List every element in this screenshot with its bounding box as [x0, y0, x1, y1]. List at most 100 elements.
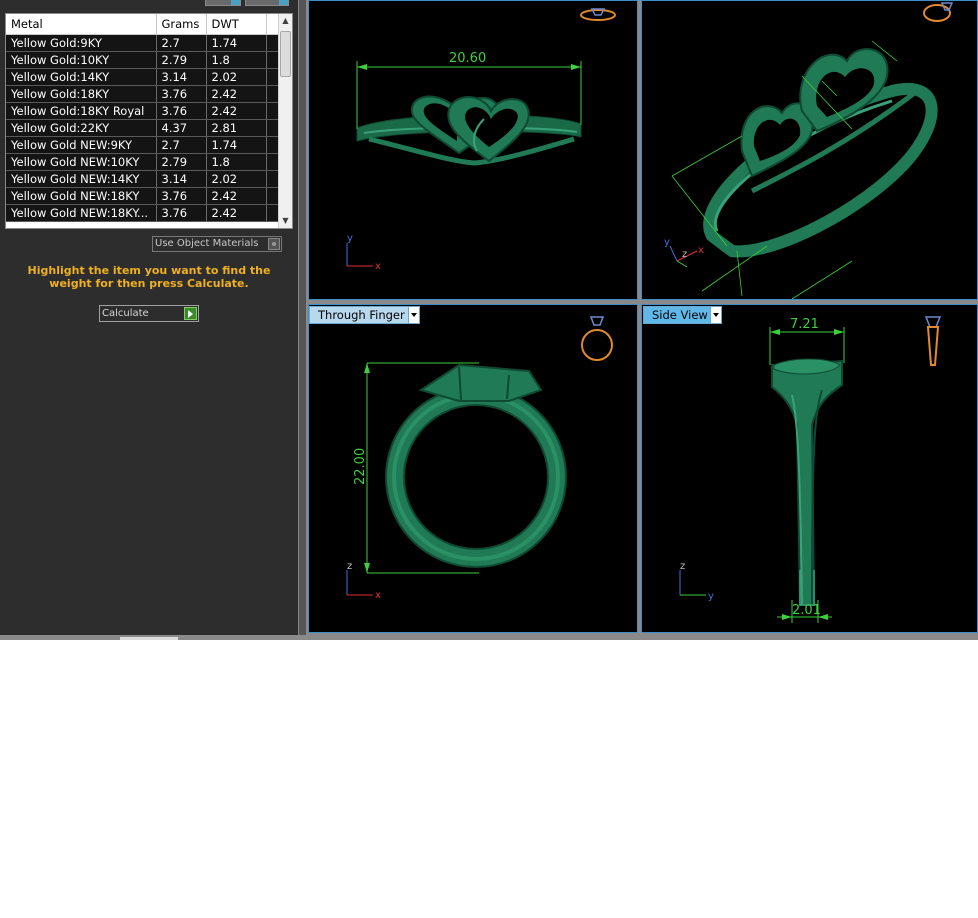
- bottom-tab[interactable]: [120, 637, 178, 640]
- grams-cell[interactable]: 2.79: [156, 51, 207, 69]
- table-row[interactable]: Yellow Gold NEW:18KY 3.76 2.42: [6, 187, 280, 205]
- ring-side-model: [771, 358, 843, 606]
- view-selector-side-view[interactable]: Side View: [643, 306, 722, 324]
- grams-cell[interactable]: 2.7: [156, 136, 207, 154]
- grams-cell[interactable]: 3.76: [156, 102, 207, 120]
- viewport-front[interactable]: 20.60 y x: [308, 0, 638, 300]
- side-top-dimension-label: 7.21: [790, 317, 819, 332]
- ring-thumbnail-icon: [923, 2, 954, 22]
- user-dropdown[interactable]: [245, 0, 289, 6]
- ring-thumbnail-icon: [580, 8, 616, 21]
- column-header-metal[interactable]: Metal: [6, 14, 157, 35]
- table-row[interactable]: Yellow Gold NEW:14KY 3.14 2.02: [6, 170, 280, 188]
- metal-cell[interactable]: Yellow Gold:22KY: [6, 119, 157, 137]
- dropdown-arrow-icon: [231, 0, 240, 5]
- metal-cell[interactable]: Yellow Gold NEW:18KY: [6, 187, 157, 205]
- column-header-grams[interactable]: Grams: [156, 14, 207, 35]
- metal-weight-table[interactable]: Metal Grams DWT Yellow Gold:9KY 2.7 1.74 Ye…: [5, 13, 293, 229]
- ring-thumbnail-icon: [924, 316, 942, 366]
- table-row[interactable]: Yellow Gold:9KY 2.7 1.74: [6, 34, 280, 52]
- dwt-cell[interactable]: 2.81: [206, 119, 267, 137]
- front-dimension-label: 20.60: [449, 51, 486, 66]
- axis-label-vertical: y: [664, 237, 670, 248]
- chevron-down-icon[interactable]: [710, 307, 721, 323]
- metal-cell[interactable]: Yellow Gold:18KY Royal: [6, 102, 157, 120]
- table-header-row: Metal Grams DWT: [6, 14, 280, 35]
- calculate-label: Calculate: [102, 308, 149, 319]
- viewport-through-finger[interactable]: 22.00 z x Through Finger: [308, 304, 638, 633]
- axis-label-horizontal: x: [375, 590, 381, 601]
- dwt-cell[interactable]: 1.8: [206, 153, 267, 171]
- grams-cell[interactable]: 3.76: [156, 204, 207, 222]
- ring-perspective-model: [703, 48, 938, 258]
- scroll-up-arrow-icon[interactable]: ▲: [279, 14, 292, 28]
- axis-label-vertical: y: [347, 233, 353, 244]
- chevron-down-icon[interactable]: [408, 307, 419, 323]
- metal-cell[interactable]: Yellow Gold NEW:14KY: [6, 170, 157, 188]
- ring-front-model: [356, 95, 582, 166]
- scrollbar-thumb[interactable]: [280, 31, 291, 77]
- table-scrollbar[interactable]: ▲ ▼: [278, 14, 292, 228]
- metal-cell[interactable]: Yellow Gold NEW:9KY: [6, 136, 157, 154]
- ring-top-model: [385, 363, 567, 568]
- metal-cell[interactable]: Yellow Gold:10KY: [6, 51, 157, 69]
- metal-cell[interactable]: Yellow Gold NEW:18KY...: [6, 204, 157, 222]
- grams-cell[interactable]: 3.76: [156, 187, 207, 205]
- jewelry-cad-window: Metal Grams DWT Yellow Gold:9KY 2.7 1.74 Ye…: [0, 0, 978, 640]
- table-row[interactable]: Yellow Gold:14KY 3.14 2.02: [6, 68, 280, 86]
- table-row[interactable]: Yellow Gold:18KY Royal 3.76 2.42: [6, 102, 280, 120]
- table-row[interactable]: Yellow Gold:10KY 2.79 1.8: [6, 51, 280, 69]
- table-row[interactable]: Yellow Gold NEW:10KY 2.79 1.8: [6, 153, 280, 171]
- axis-label-horizontal: x: [375, 261, 381, 272]
- side-bottom-dimension-label: 2.01: [792, 603, 821, 618]
- panel-splitter[interactable]: [298, 0, 306, 640]
- column-header-dwt[interactable]: DWT: [206, 14, 267, 35]
- axis-gizmo: y x: [346, 233, 381, 272]
- grams-cell[interactable]: 4.37: [156, 119, 207, 137]
- dwt-cell[interactable]: 1.74: [206, 34, 267, 52]
- unit-dropdown[interactable]: [205, 0, 241, 6]
- grams-cell[interactable]: 2.79: [156, 153, 207, 171]
- scroll-down-arrow-icon[interactable]: ▼: [279, 214, 292, 228]
- use-object-materials-toggle[interactable]: Use Object Materials: [152, 236, 282, 252]
- viewport-side-view[interactable]: 7.21 2.01 z y Side View: [641, 304, 978, 633]
- through-finger-dimension-label: 22.00: [353, 448, 368, 485]
- axis-label-horizontal: x: [698, 245, 704, 256]
- grams-cell[interactable]: 3.14: [156, 170, 207, 188]
- dwt-cell[interactable]: 2.02: [206, 68, 267, 86]
- metal-cell[interactable]: Yellow Gold NEW:10KY: [6, 153, 157, 171]
- play-arrow-icon: [184, 307, 197, 320]
- view-selector-label: Side View: [652, 308, 708, 322]
- grams-cell[interactable]: 2.7: [156, 34, 207, 52]
- axis-label-horizontal: y: [708, 591, 714, 602]
- view-selector-through-finger[interactable]: Through Finger: [309, 306, 420, 324]
- radio-icon[interactable]: [268, 238, 280, 250]
- ring-thumbnail-icon: [581, 316, 613, 361]
- table-row[interactable]: Yellow Gold NEW:18KY... 3.76 2.42: [6, 204, 280, 222]
- dwt-cell[interactable]: 1.8: [206, 51, 267, 69]
- grams-cell[interactable]: 3.76: [156, 85, 207, 103]
- grams-cell[interactable]: 3.14: [156, 68, 207, 86]
- axis-label-vertical: z: [680, 561, 685, 572]
- through-finger-canvas: 22.00 z x: [346, 316, 613, 601]
- dwt-cell[interactable]: 2.02: [206, 170, 267, 188]
- axis-label-depth: z: [682, 249, 687, 260]
- metal-cell[interactable]: Yellow Gold:9KY: [6, 34, 157, 52]
- dwt-cell[interactable]: 2.42: [206, 204, 267, 222]
- dwt-cell[interactable]: 2.42: [206, 102, 267, 120]
- viewport-perspective[interactable]: y x z: [641, 0, 978, 300]
- table-row[interactable]: Yellow Gold:18KY 3.76 2.42: [6, 85, 280, 103]
- dropdown-arrow-icon: [279, 0, 288, 5]
- instruction-text: Highlight the item you want to find the …: [27, 264, 271, 290]
- perspective-view-canvas: y x z: [664, 2, 954, 299]
- dwt-cell[interactable]: 2.42: [206, 85, 267, 103]
- table-row[interactable]: Yellow Gold NEW:9KY 2.7 1.74: [6, 136, 280, 154]
- metal-cell[interactable]: Yellow Gold:14KY: [6, 68, 157, 86]
- axis-label-vertical: z: [347, 561, 352, 572]
- table-row[interactable]: Yellow Gold:22KY 4.37 2.81: [6, 119, 280, 137]
- metal-cell[interactable]: Yellow Gold:18KY: [6, 85, 157, 103]
- calculate-button[interactable]: Calculate: [99, 305, 199, 322]
- dwt-cell[interactable]: 2.42: [206, 187, 267, 205]
- side-view-canvas: 7.21 2.01 z y: [679, 316, 942, 623]
- dwt-cell[interactable]: 1.74: [206, 136, 267, 154]
